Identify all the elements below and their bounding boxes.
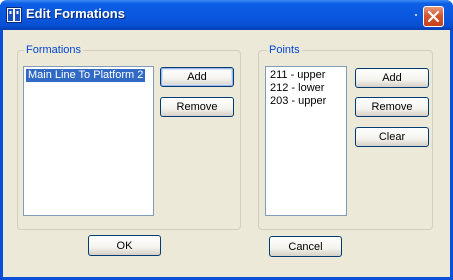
list-item[interactable]: Main Line To Platform 2 <box>26 69 146 82</box>
remove-formation-button[interactable]: Remove <box>160 97 234 117</box>
formations-listbox[interactable]: Main Line To Platform 2 <box>23 66 154 216</box>
add-formation-button[interactable]: Add <box>160 67 234 87</box>
points-group-label: Points <box>267 44 302 57</box>
list-item[interactable]: 212 - lower <box>268 82 326 95</box>
close-button[interactable] <box>423 6 444 27</box>
app-icon <box>6 7 22 23</box>
dialog-body: Formations Main Line To Platform 2 Add R… <box>3 30 450 277</box>
title-bar[interactable]: Edit Formations <box>0 0 453 30</box>
cancel-button[interactable]: Cancel <box>269 236 342 257</box>
window-title: Edit Formations <box>26 6 125 21</box>
close-icon <box>427 10 440 23</box>
clear-points-button[interactable]: Clear <box>355 127 429 147</box>
list-item[interactable]: 211 - upper <box>268 69 327 82</box>
formations-group: Formations Main Line To Platform 2 Add R… <box>17 44 241 230</box>
points-listbox[interactable]: 211 - upper 212 - lower 203 - upper <box>265 66 347 216</box>
ok-button[interactable]: OK <box>88 235 161 256</box>
list-item[interactable]: 203 - upper <box>268 95 328 108</box>
title-decoration <box>415 14 417 16</box>
points-group: Points 211 - upper 212 - lower 203 - upp… <box>258 44 433 230</box>
edit-formations-dialog: Edit Formations Formations Main Line To … <box>0 0 453 280</box>
remove-point-button[interactable]: Remove <box>355 97 429 117</box>
add-point-button[interactable]: Add <box>355 68 429 88</box>
formations-group-label: Formations <box>24 44 84 57</box>
